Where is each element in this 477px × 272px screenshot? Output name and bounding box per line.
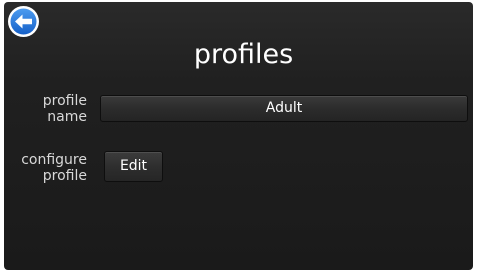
back-arrow-icon xyxy=(8,6,39,37)
configure-profile-label-text: configure profile xyxy=(21,152,87,184)
configure-profile-label: configure profile xyxy=(4,152,87,184)
profile-name-label-text: profile name xyxy=(42,93,87,125)
profile-name-label: profile name xyxy=(4,93,87,125)
profiles-screen: profiles profile name Adult configure pr… xyxy=(4,2,473,270)
profile-name-field[interactable]: Adult xyxy=(100,95,468,122)
page-title: profiles xyxy=(193,39,294,70)
edit-button[interactable]: Edit xyxy=(104,151,163,182)
back-button[interactable] xyxy=(7,5,40,38)
